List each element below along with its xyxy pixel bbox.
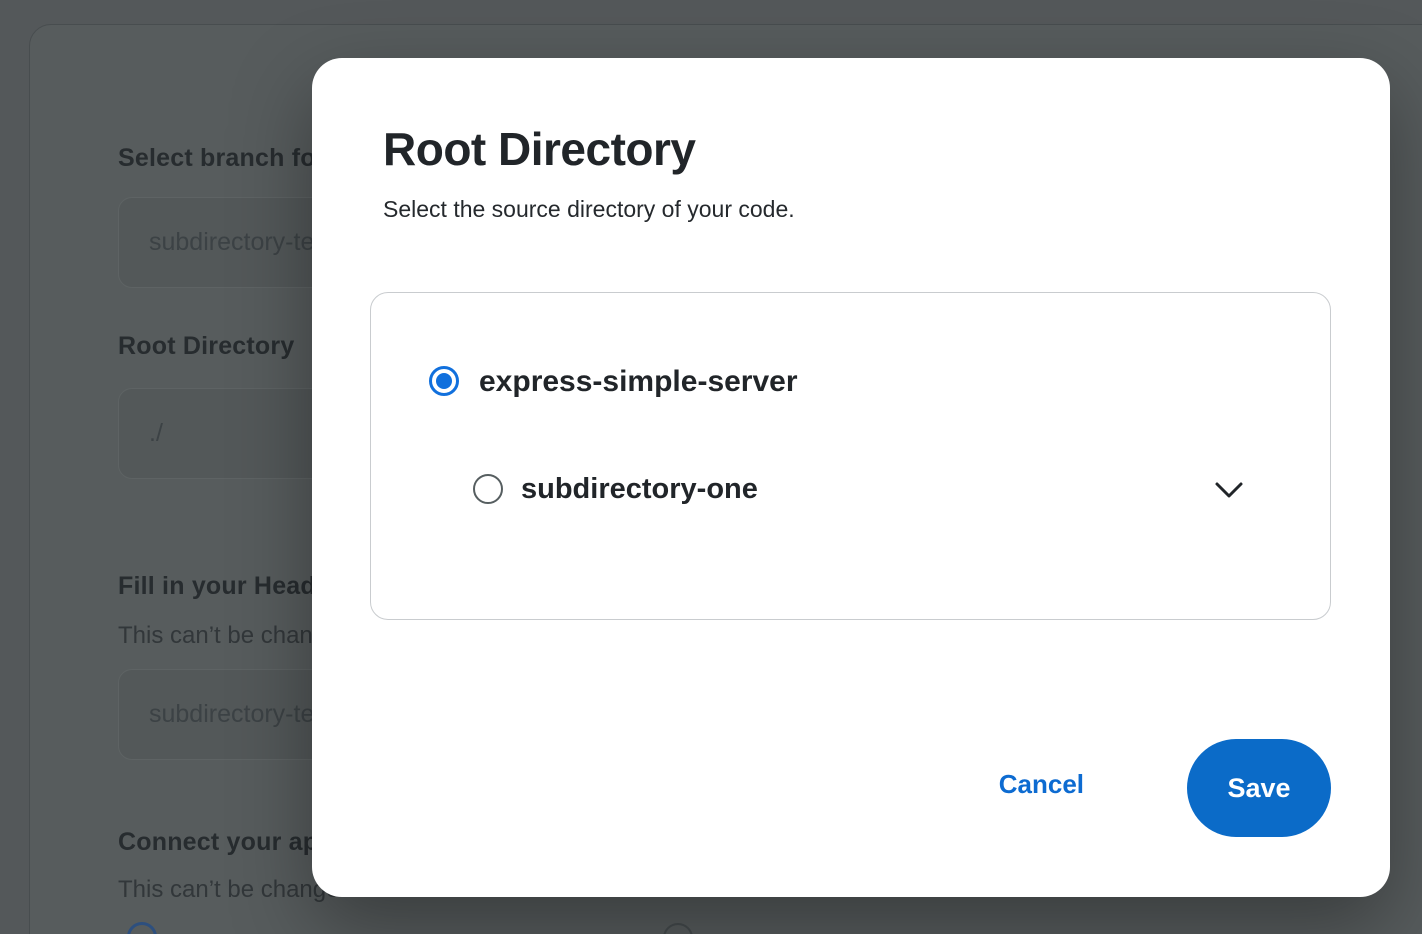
option-label: subdirectory-one [521, 473, 758, 506]
root-directory-label: Root Directory [118, 332, 294, 361]
root-directory-dialog: Root Directory Select the source directo… [312, 58, 1390, 897]
connect-radio-selected[interactable] [127, 922, 157, 934]
branch-input-value: subdirectory-tes [149, 228, 327, 257]
radio-express-simple-server[interactable] [429, 366, 459, 396]
directory-option-group: express-simple-server subdirectory-one [370, 292, 1331, 620]
option-label: express-simple-server [479, 365, 798, 399]
dialog-actions: Cancel Save [911, 739, 1331, 837]
headless-input-value: subdirectory-tes [149, 700, 327, 729]
root-directory-input-value: ./ [149, 419, 163, 448]
chevron-down-icon[interactable] [1214, 481, 1244, 499]
dialog-subtitle: Select the source directory of your code… [383, 196, 795, 223]
cancel-button[interactable]: Cancel [999, 769, 1084, 800]
screen: Select branch for y subdirectory-tes Roo… [0, 0, 1422, 934]
save-button[interactable]: Save [1187, 739, 1331, 837]
option-subdirectory-one[interactable]: subdirectory-one [371, 459, 1330, 519]
dialog-title: Root Directory [383, 122, 695, 176]
connect-section-heading: Connect your app [118, 828, 334, 857]
connect-radio-unselected[interactable] [663, 923, 693, 934]
radio-subdirectory-one[interactable] [473, 474, 503, 504]
connect-section-note: This can’t be change [118, 876, 339, 904]
option-express-simple-server[interactable]: express-simple-server [371, 351, 1330, 411]
headless-section-note: This can’t be change [118, 622, 339, 650]
